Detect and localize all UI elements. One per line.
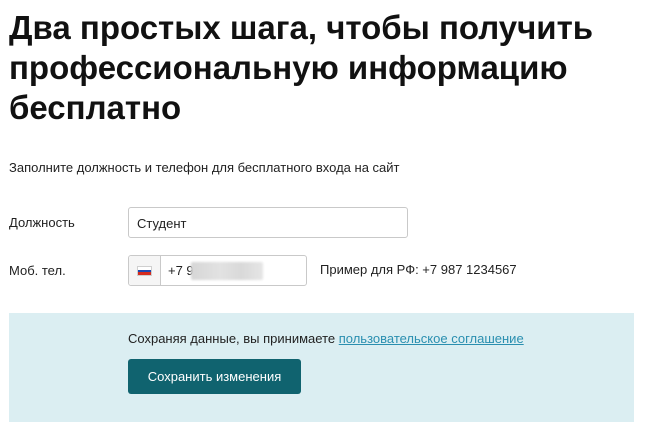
position-label: Должность <box>9 215 75 230</box>
page-title: Два простых шага, чтобы получить професс… <box>9 9 594 126</box>
phone-label: Моб. тел. <box>9 263 66 278</box>
consent-text: Сохраняя данные, вы принимаете пользоват… <box>128 331 524 346</box>
save-changes-button[interactable]: Сохранить изменения <box>128 359 301 394</box>
user-agreement-link[interactable]: пользовательское соглашение <box>339 331 524 346</box>
phone-input-value[interactable]: +7 9 <box>168 263 194 278</box>
consent-prefix: Сохраняя данные, вы принимаете <box>128 331 339 346</box>
phone-redacted-digits <box>191 262 263 280</box>
consent-panel: Сохраняя данные, вы принимаете пользоват… <box>9 313 634 422</box>
country-selector[interactable] <box>129 256 161 285</box>
position-input[interactable] <box>137 215 397 231</box>
position-field[interactable] <box>128 207 408 238</box>
russia-flag-icon <box>137 266 152 276</box>
phone-example: Пример для РФ: +7 987 1234567 <box>320 262 517 277</box>
page-subtitle: Заполните должность и телефон для беспла… <box>9 160 400 175</box>
phone-field[interactable]: +7 9 <box>128 255 307 286</box>
